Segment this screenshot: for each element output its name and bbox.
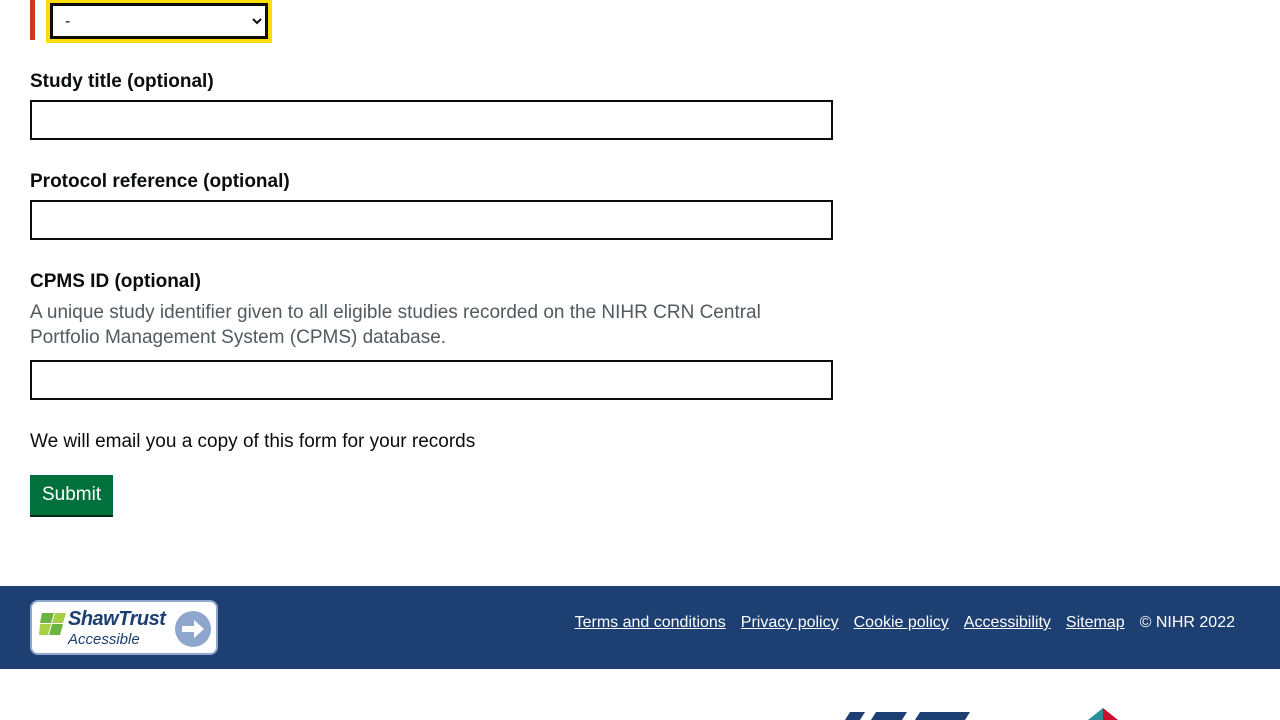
footer-links: Terms and conditions Privacy policy Cook… [575,614,1235,632]
shaw-trust-logo-icon [39,613,66,635]
study-title-input[interactable] [30,100,833,140]
dropdown-select[interactable]: - [50,3,268,39]
sitemap-link[interactable]: Sitemap [1066,614,1125,632]
partner-logo-icon [1088,708,1118,720]
footer: ShawTrust Accessible Terms and condition… [0,586,1280,669]
submit-button[interactable]: Submit [30,475,114,515]
terms-link[interactable]: Terms and conditions [575,614,726,632]
cpms-id-label: CPMS ID (optional) [30,271,201,292]
shaw-trust-title: ShawTrust [68,608,166,630]
study-title-label: Study title (optional) [30,71,214,92]
accessibility-link[interactable]: Accessibility [964,614,1051,632]
email-copy-note: We will email you a copy of this form fo… [30,431,476,452]
cookie-link[interactable]: Cookie policy [854,614,949,632]
protocol-reference-input[interactable] [30,200,833,240]
arrow-right-icon [175,611,211,647]
privacy-link[interactable]: Privacy policy [741,614,839,632]
nhs-logo-icon [845,712,970,720]
error-indicator-bar [30,0,35,40]
cpms-id-input[interactable] [30,360,833,400]
shaw-trust-badge[interactable]: ShawTrust Accessible [30,600,218,655]
shaw-trust-subtitle: Accessible [68,631,140,648]
partner-logos-strip [0,669,1280,720]
protocol-reference-label: Protocol reference (optional) [30,171,290,192]
select-focus-ring: - [46,0,272,43]
cpms-id-hint: A unique study identifier given to all e… [30,302,761,348]
copyright-text: © NIHR 2022 [1139,614,1235,631]
